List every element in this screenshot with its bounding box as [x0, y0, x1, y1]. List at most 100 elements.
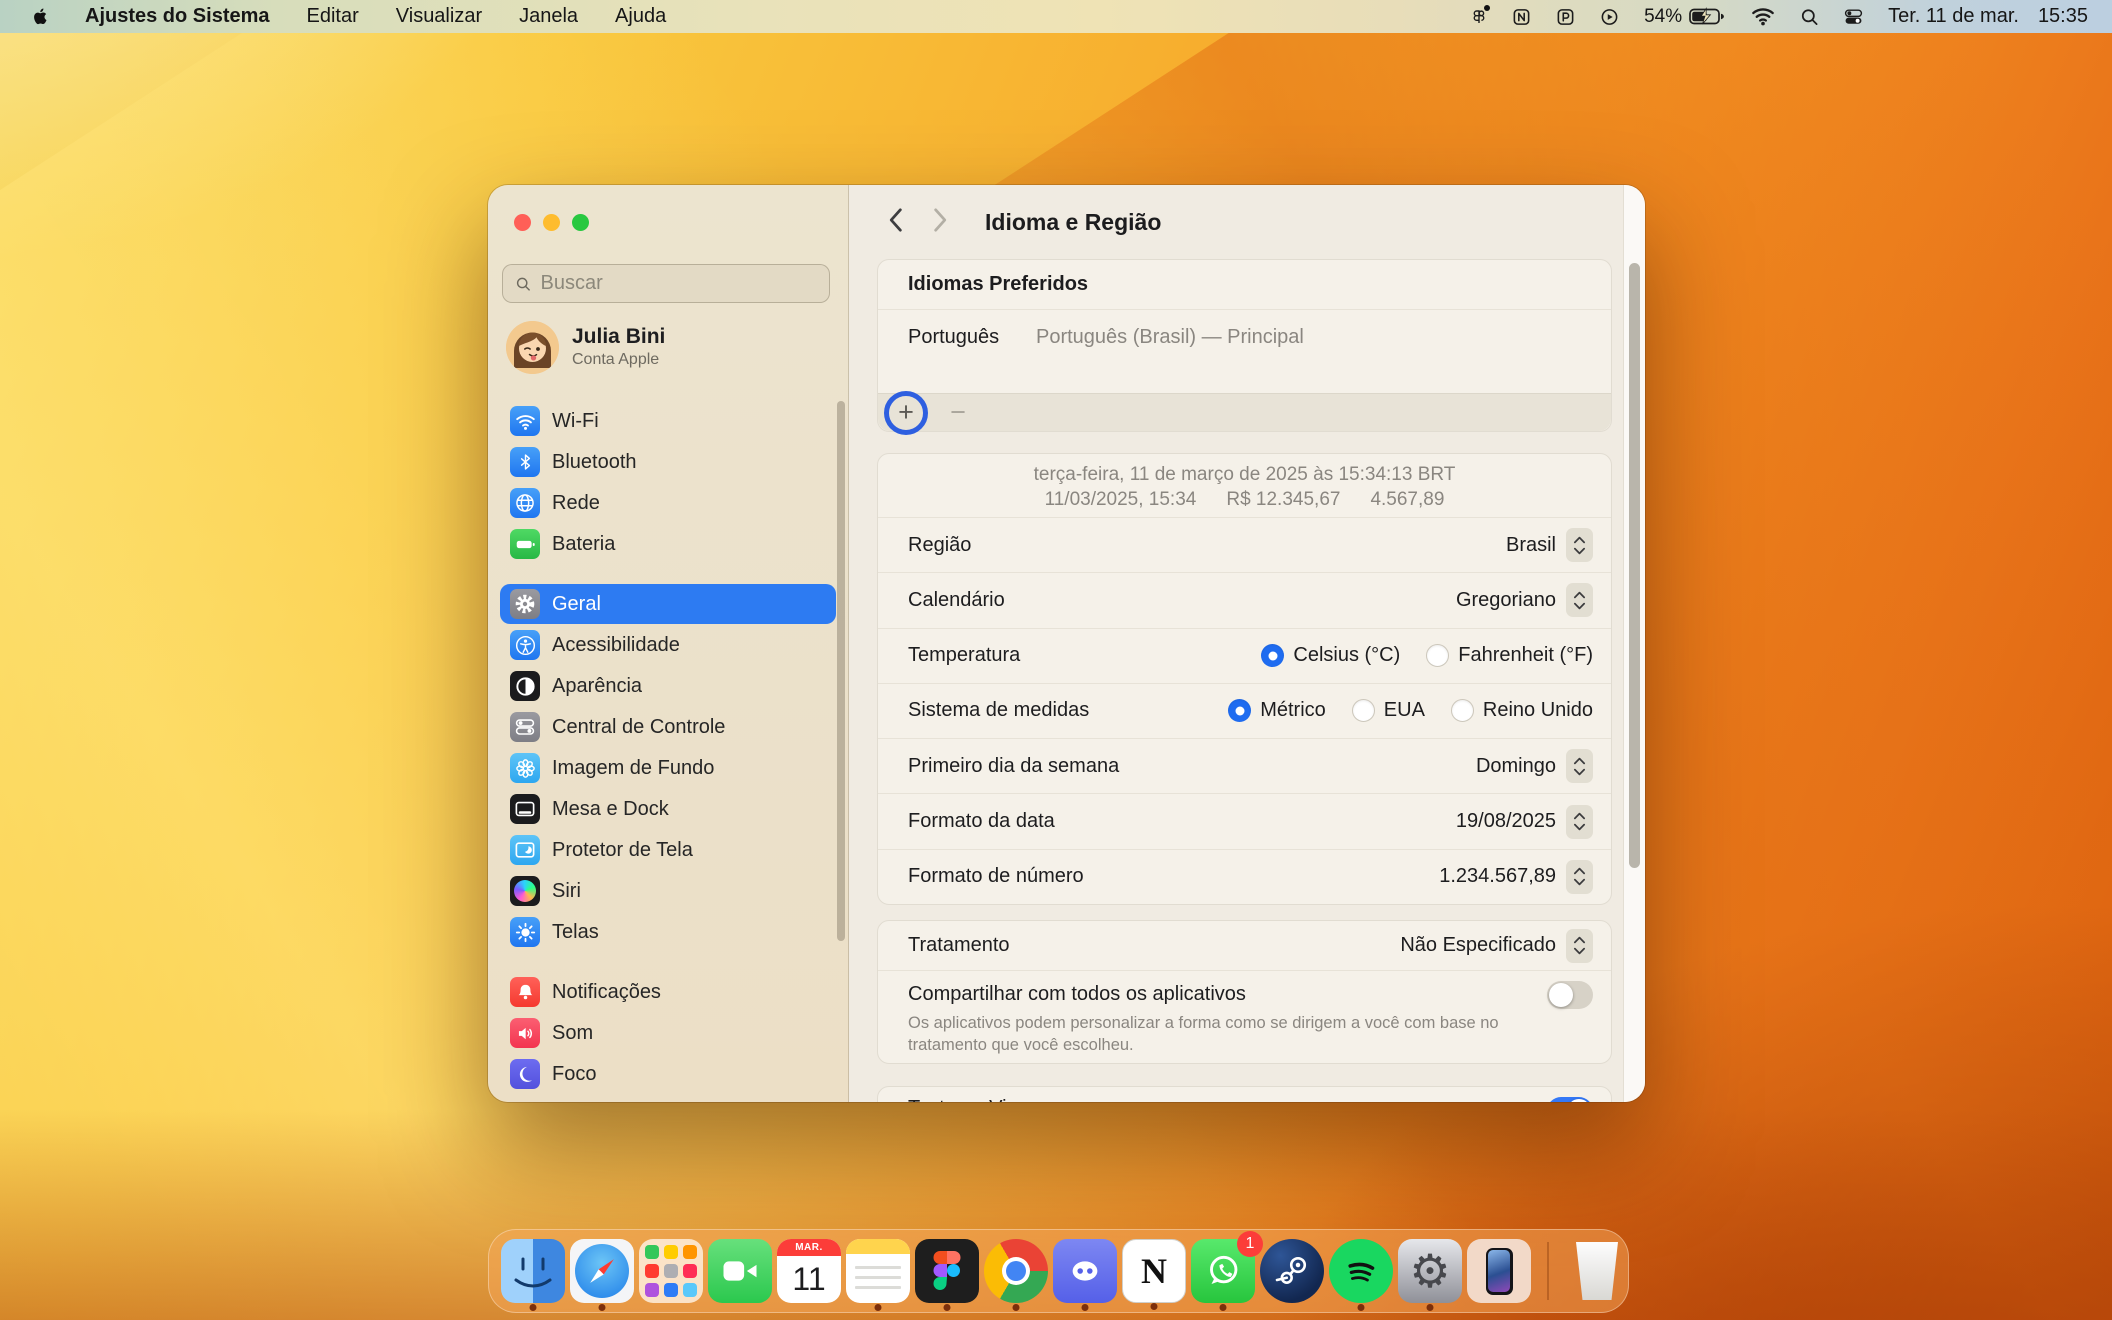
- menubar-item-ajuda[interactable]: Ajuda: [615, 5, 666, 28]
- number-format-select[interactable]: 1.234.567,89: [1439, 860, 1593, 894]
- radio-celsius[interactable]: Celsius (°C): [1261, 644, 1400, 667]
- sidebar-search[interactable]: [502, 264, 830, 303]
- sidebar-scrollbar[interactable]: [837, 401, 845, 941]
- format-preview-line1: terça-feira, 11 de março de 2025 às 15:3…: [1034, 464, 1456, 486]
- radio-fahrenheit[interactable]: Fahrenheit (°F): [1426, 644, 1593, 667]
- sidebar-item-acessibilidade[interactable]: Acessibilidade: [500, 625, 836, 665]
- sidebar-item-bateria[interactable]: Bateria: [500, 524, 836, 564]
- close-button[interactable]: [514, 214, 531, 231]
- sidebar-item-label: Notificações: [552, 981, 661, 1004]
- dock-facetime[interactable]: [708, 1239, 772, 1303]
- menubar-item-visualizar[interactable]: Visualizar: [396, 5, 482, 28]
- battery-icon: [510, 529, 540, 559]
- format-preview: terça-feira, 11 de março de 2025 às 15:3…: [878, 454, 1611, 518]
- region-formats-card: terça-feira, 11 de março de 2025 às 15:3…: [877, 453, 1612, 905]
- battery-status[interactable]: 54%: [1644, 6, 1726, 28]
- dock-figma[interactable]: [915, 1239, 979, 1303]
- sidebar-item-som[interactable]: Som: [500, 1013, 836, 1053]
- language-row[interactable]: Português Português (Brasil) — Principal: [878, 310, 1611, 349]
- sidebar-item-central-de-controle[interactable]: Central de Controle: [500, 707, 836, 747]
- desktop: Ajustes do Sistema Editar Visualizar Jan…: [0, 0, 2112, 1320]
- search-icon: [515, 275, 531, 293]
- battery-percent: 54%: [1644, 6, 1682, 28]
- dock-finder[interactable]: [501, 1239, 565, 1303]
- sidebar-item-label: Acessibilidade: [552, 634, 680, 657]
- sidebar-item-rede[interactable]: Rede: [500, 483, 836, 523]
- sidebar-item-siri[interactable]: Siri: [500, 871, 836, 911]
- dock-whatsapp[interactable]: 1: [1191, 1239, 1255, 1303]
- tratamento-select[interactable]: Não Especificado: [1400, 929, 1593, 963]
- menubar-date[interactable]: Ter. 11 de mar.: [1888, 5, 2019, 28]
- sidebar-item-wifi[interactable]: Wi-Fi: [500, 401, 836, 441]
- chevron-up-down-icon: [1566, 929, 1593, 963]
- dock-notion[interactable]: N: [1122, 1239, 1186, 1303]
- calendar-select[interactable]: Gregoriano: [1456, 583, 1593, 617]
- dock-notes[interactable]: [846, 1239, 910, 1303]
- radio-reino-unido[interactable]: Reino Unido: [1451, 699, 1593, 722]
- notion-menubar-icon[interactable]: [1512, 7, 1531, 27]
- calendar-row: Calendário Gregoriano: [878, 573, 1611, 628]
- measurement-label: Sistema de medidas: [908, 699, 1089, 722]
- search-input[interactable]: [540, 272, 817, 295]
- dock-trash[interactable]: [1565, 1239, 1629, 1303]
- dock-iphone-mirroring[interactable]: [1467, 1239, 1531, 1303]
- live-text-toggle-on[interactable]: [1547, 1097, 1593, 1102]
- content-scrollbar[interactable]: [1629, 263, 1640, 868]
- share-description: Os aplicativos podem personalizar a form…: [908, 1012, 1538, 1056]
- dock-calendar[interactable]: MAR. 11: [777, 1239, 841, 1303]
- chevron-up-down-icon: [1566, 528, 1593, 562]
- chevron-up-down-icon: [1566, 583, 1593, 617]
- back-button[interactable]: [888, 207, 903, 238]
- control-center-icon: [510, 712, 540, 742]
- remove-language-button[interactable]: −: [946, 399, 970, 426]
- date-format-select[interactable]: 19/08/2025: [1456, 805, 1593, 839]
- sidebar-item-foco[interactable]: Foco: [500, 1054, 836, 1094]
- wifi-menubar-icon[interactable]: [1751, 7, 1775, 26]
- dock-steam[interactable]: [1260, 1239, 1324, 1303]
- radio-eua[interactable]: EUA: [1352, 699, 1425, 722]
- sidebar-item-mesa-e-dock[interactable]: Mesa e Dock: [500, 789, 836, 829]
- sidebar-item-label: Bluetooth: [552, 451, 637, 474]
- calendar-label: Calendário: [908, 589, 1005, 612]
- playback-menubar-icon[interactable]: [1600, 7, 1619, 27]
- preferred-languages-header: Idiomas Preferidos: [878, 260, 1611, 310]
- menubar-item-editar[interactable]: Editar: [307, 5, 359, 28]
- first-day-select[interactable]: Domingo: [1476, 749, 1593, 783]
- zoom-button[interactable]: [572, 214, 589, 231]
- sidebar-item-telas[interactable]: Telas: [500, 912, 836, 952]
- sidebar-item-bluetooth[interactable]: Bluetooth: [500, 442, 836, 482]
- dock-launchpad[interactable]: [639, 1239, 703, 1303]
- calendar-month: MAR.: [777, 1239, 841, 1256]
- apple-menu-icon[interactable]: [30, 6, 48, 27]
- forward-button[interactable]: [933, 207, 948, 238]
- radio-metrico[interactable]: Métrico: [1228, 699, 1326, 722]
- add-language-button[interactable]: +: [894, 399, 918, 426]
- globe-icon: [510, 488, 540, 518]
- spotlight-search-icon[interactable]: [1800, 7, 1819, 27]
- sidebar-item-notificacoes[interactable]: Notificações: [500, 972, 836, 1012]
- region-select[interactable]: Brasil: [1506, 528, 1593, 562]
- dock-safari[interactable]: [570, 1239, 634, 1303]
- minimize-button[interactable]: [543, 214, 560, 231]
- menubar-item-janela[interactable]: Janela: [519, 5, 578, 28]
- dock-system-settings[interactable]: ⚙: [1398, 1239, 1462, 1303]
- sidebar-item-aparencia[interactable]: Aparência: [500, 666, 836, 706]
- page-title: Idioma e Região: [985, 209, 1161, 236]
- dock-chrome[interactable]: [984, 1239, 1048, 1303]
- sidebar-item-protetor-de-tela[interactable]: Protetor de Tela: [500, 830, 836, 870]
- language-list-footer: + −: [878, 393, 1611, 431]
- control-center-icon[interactable]: [1844, 7, 1863, 27]
- sidebar-item-geral[interactable]: Geral: [500, 584, 836, 624]
- menubar-app-name[interactable]: Ajustes do Sistema: [85, 5, 270, 28]
- share-toggle-off[interactable]: [1547, 981, 1593, 1009]
- menubar-time[interactable]: 15:35: [2038, 5, 2088, 28]
- region-row: Região Brasil: [878, 518, 1611, 573]
- preferred-languages-card: Idiomas Preferidos Português Português (…: [877, 259, 1612, 432]
- account-row[interactable]: Julia Bini Conta Apple: [506, 318, 836, 376]
- format-preview-date: 11/03/2025, 15:34: [1045, 489, 1197, 511]
- figma-menubar-icon[interactable]: [1471, 7, 1487, 27]
- dock-discord[interactable]: [1053, 1239, 1117, 1303]
- sidebar-item-imagem-de-fundo[interactable]: Imagem de Fundo: [500, 748, 836, 788]
- p-app-menubar-icon[interactable]: [1556, 7, 1575, 27]
- dock-spotify[interactable]: [1329, 1239, 1393, 1303]
